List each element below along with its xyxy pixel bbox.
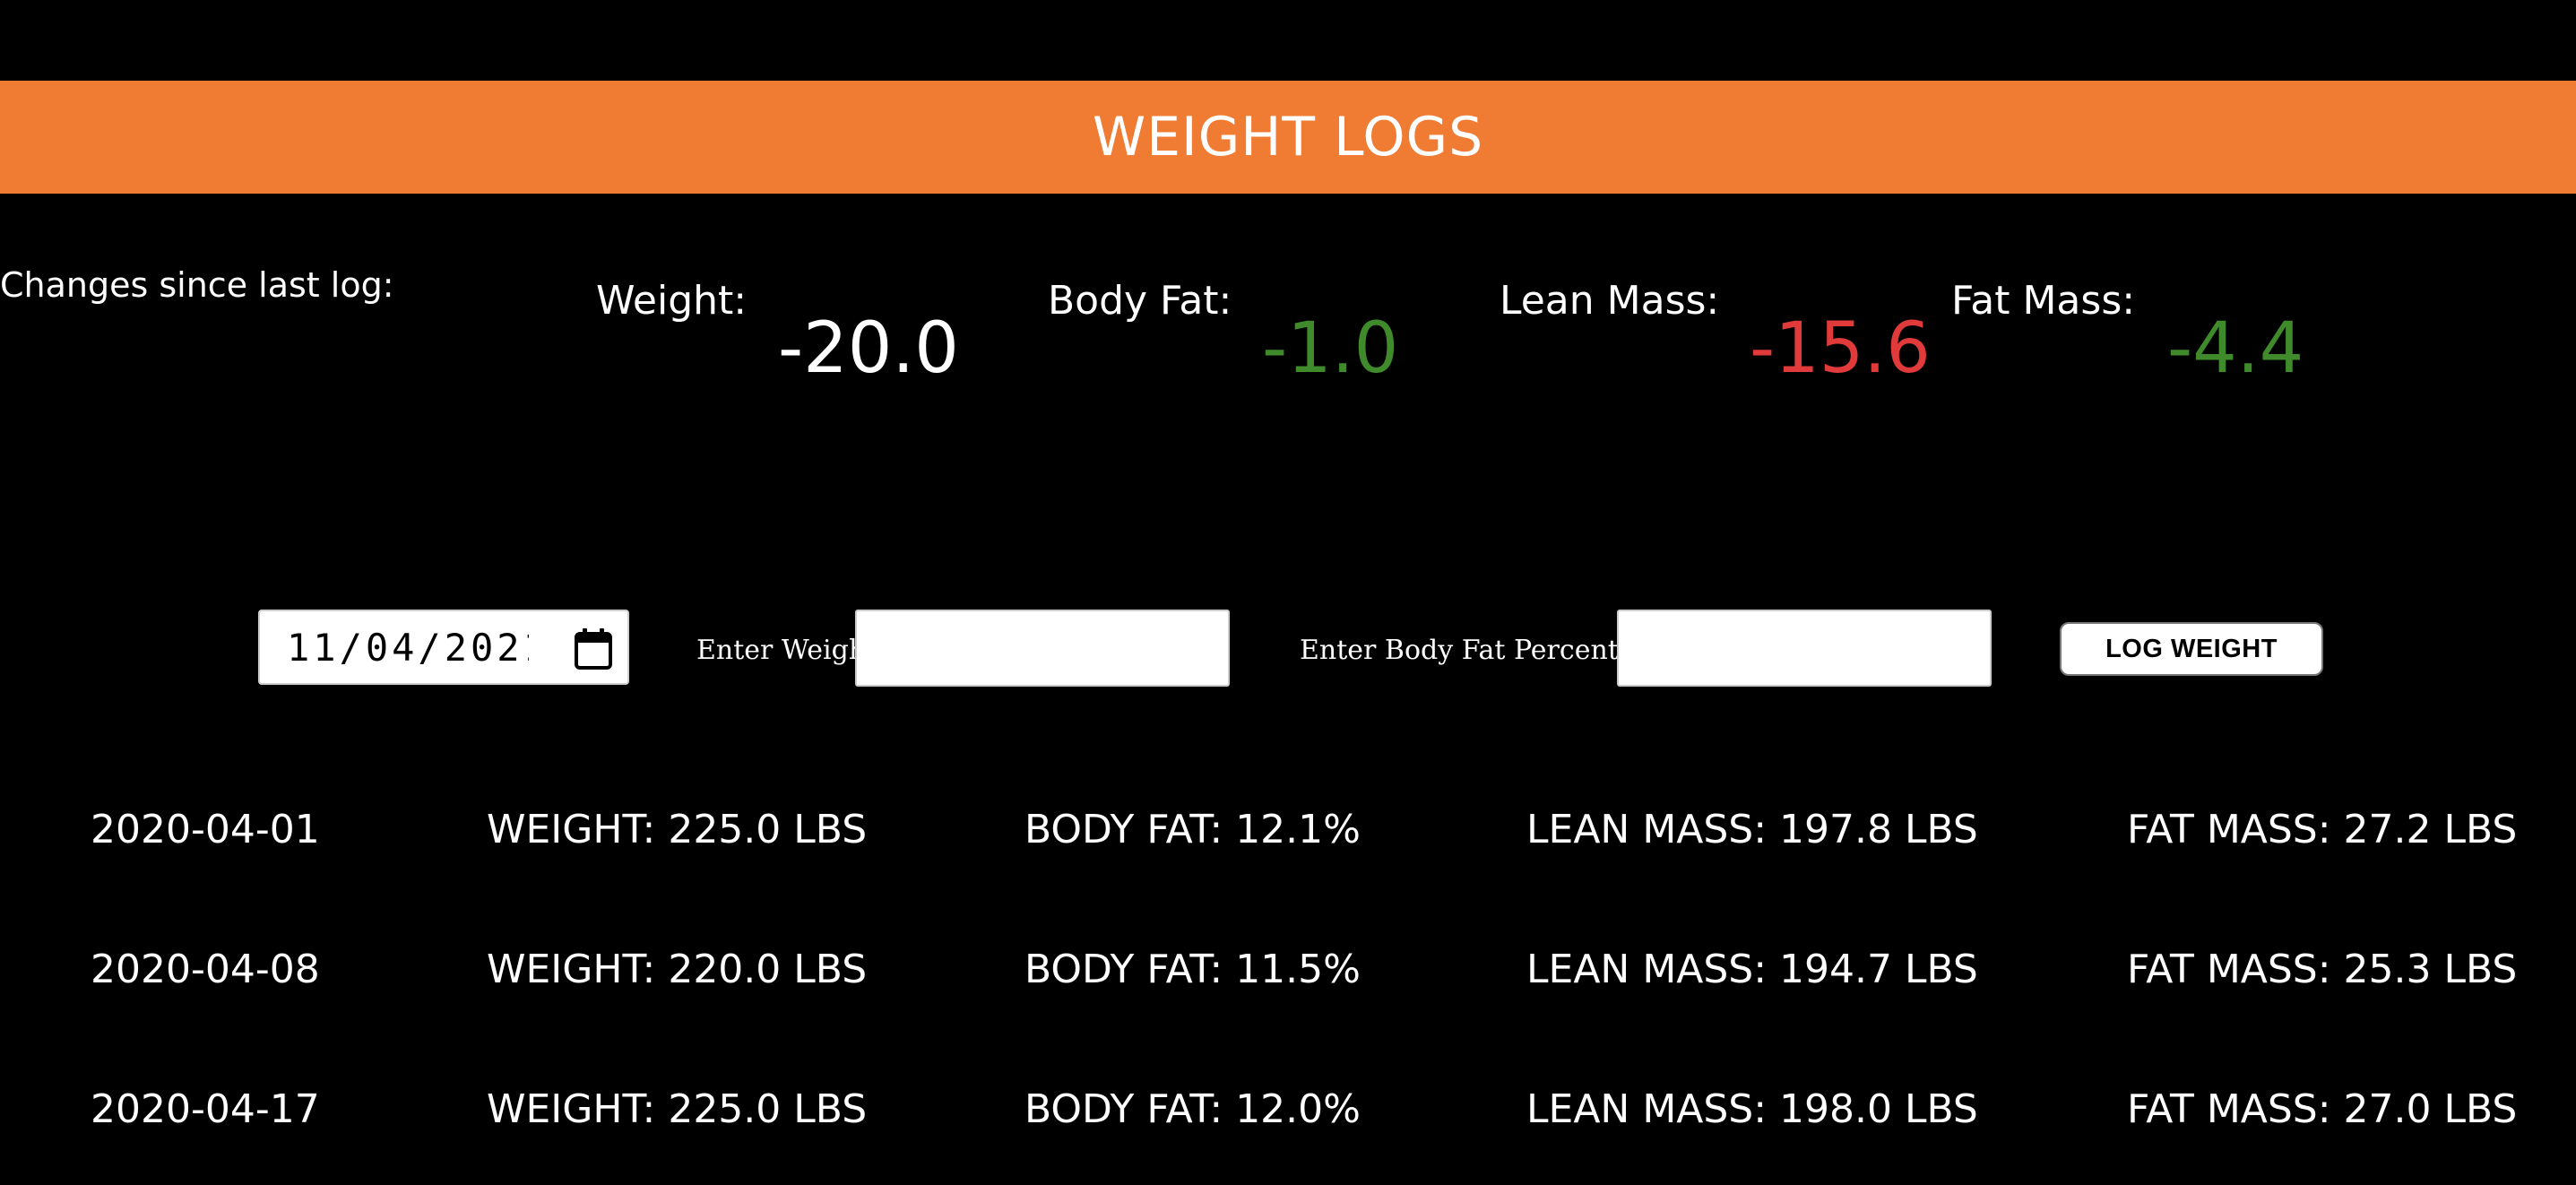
fat-mass-change-value: -4.4 bbox=[2167, 308, 2304, 389]
body-fat-input[interactable] bbox=[1617, 610, 1992, 687]
log-lean-mass: LEAN MASS: 194.7 LBS bbox=[1526, 947, 1978, 992]
weight-logs-page: WEIGHT LOGS Changes since last log: Weig… bbox=[0, 0, 2576, 1185]
header-banner: WEIGHT LOGS bbox=[0, 81, 2576, 194]
log-lean-mass: LEAN MASS: 198.0 LBS bbox=[1526, 1086, 1978, 1132]
date-input-value: 11/04/2021 bbox=[287, 625, 529, 670]
log-body-fat: BODY FAT: 12.0% bbox=[1024, 1086, 1361, 1132]
log-weight: WEIGHT: 225.0 LBS bbox=[487, 807, 868, 852]
log-weight: WEIGHT: 225.0 LBS bbox=[487, 1086, 868, 1132]
body-fat-change-value: -1.0 bbox=[1262, 308, 1399, 389]
log-weight-button[interactable]: LOG WEIGHT bbox=[2060, 622, 2323, 676]
log-body-fat: BODY FAT: 11.5% bbox=[1024, 947, 1361, 992]
log-fat-mass: FAT MASS: 25.3 LBS bbox=[2127, 947, 2518, 992]
weight-input[interactable] bbox=[855, 610, 1230, 687]
log-fat-mass: FAT MASS: 27.2 LBS bbox=[2127, 807, 2518, 852]
log-date: 2020-04-17 bbox=[91, 1086, 320, 1132]
date-input[interactable]: 11/04/2021 bbox=[258, 610, 629, 685]
log-date: 2020-04-01 bbox=[91, 807, 320, 852]
log-lean-mass: LEAN MASS: 197.8 LBS bbox=[1526, 807, 1978, 852]
weight-change-label: Weight: bbox=[596, 278, 748, 324]
weight-change-value: -20.0 bbox=[778, 308, 959, 389]
lean-mass-change-label: Lean Mass: bbox=[1500, 278, 1720, 324]
log-weight: WEIGHT: 220.0 LBS bbox=[487, 947, 868, 992]
log-body-fat: BODY FAT: 12.1% bbox=[1024, 807, 1361, 852]
log-date: 2020-04-08 bbox=[91, 947, 320, 992]
calendar-icon[interactable] bbox=[574, 627, 613, 670]
changes-since-last-log-label: Changes since last log: bbox=[0, 265, 394, 305]
log-row: 2020-04-17 WEIGHT: 225.0 LBS BODY FAT: 1… bbox=[0, 1086, 2576, 1140]
log-weight-form: 11/04/2021 Enter Weight: Enter Body Fat … bbox=[0, 610, 2576, 687]
log-fat-mass: FAT MASS: 27.0 LBS bbox=[2127, 1086, 2518, 1132]
log-row: 2020-04-01 WEIGHT: 225.0 LBS BODY FAT: 1… bbox=[0, 807, 2576, 861]
page-title: WEIGHT LOGS bbox=[1092, 106, 1484, 169]
log-row: 2020-04-08 WEIGHT: 220.0 LBS BODY FAT: 1… bbox=[0, 947, 2576, 1000]
body-fat-change-label: Body Fat: bbox=[1048, 278, 1232, 324]
fat-mass-change-label: Fat Mass: bbox=[1951, 278, 2136, 324]
lean-mass-change-value: -15.6 bbox=[1750, 308, 1931, 389]
